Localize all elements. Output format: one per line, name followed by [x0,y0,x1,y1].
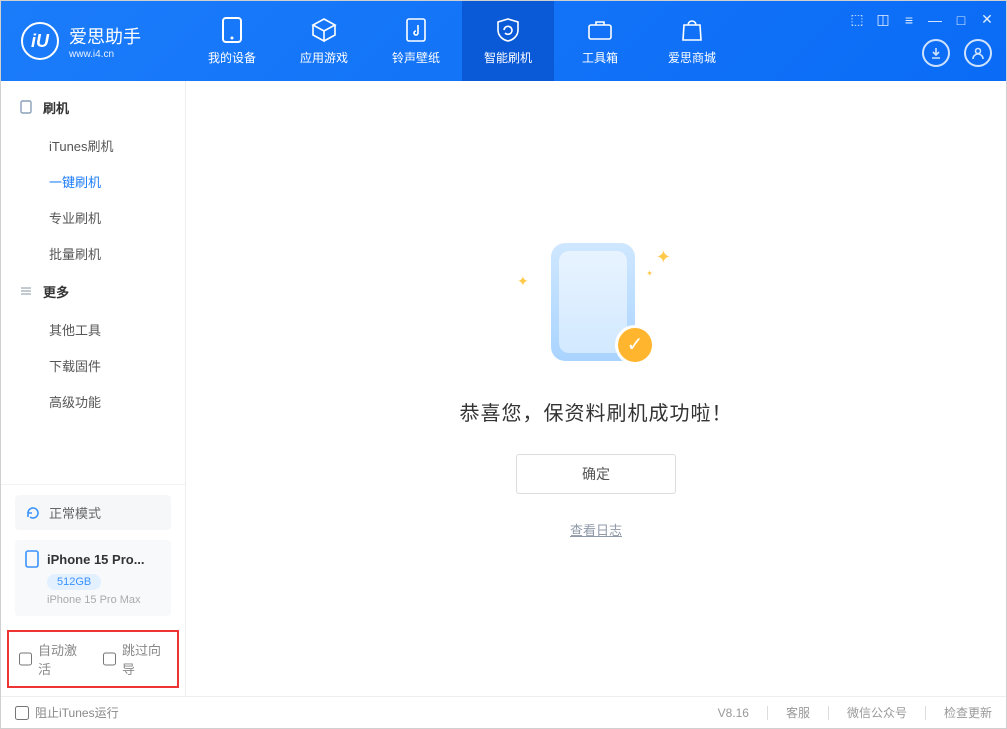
cube-icon [311,17,337,43]
highlighted-options: 自动激活 跳过向导 [7,630,179,688]
sparkle-icon: ✦ [646,269,653,278]
nav-label: 工具箱 [582,49,618,66]
checkbox-label: 自动激活 [38,640,83,678]
checkbox-block-itunes-input[interactable] [15,706,29,720]
menu-icon[interactable]: ≡ [900,12,918,28]
sidebar-item-label: iTunes刷机 [49,136,114,155]
nav-label: 应用游戏 [300,49,348,66]
sidebar-item-download-firmware[interactable]: 下载固件 [1,347,185,383]
menu-lines-icon [19,284,33,298]
briefcase-icon [587,17,613,43]
nav-smart-flash[interactable]: 智能刷机 [462,1,554,81]
sidebar-item-label: 其他工具 [49,320,101,339]
sidebar-item-label: 批量刷机 [49,244,101,263]
sidebar-group-more[interactable]: 更多 [1,271,185,311]
app-logo-block: iU 爱思助手 www.i4.cn [1,22,186,60]
sidebar-item-batch-flash[interactable]: 批量刷机 [1,235,185,271]
checkbox-block-itunes[interactable]: 阻止iTunes运行 [15,704,119,721]
phone-icon [219,17,245,43]
sidebar-item-pro-flash[interactable]: 专业刷机 [1,199,185,235]
divider [828,706,829,720]
nav-apps-games[interactable]: 应用游戏 [278,1,370,81]
app-header: iU 爱思助手 www.i4.cn 我的设备 应用游戏 [1,1,1006,81]
sidebar: 刷机 iTunes刷机 一键刷机 专业刷机 批量刷机 更多 其他工具 下载固件 … [1,81,186,696]
device-storage-badge: 512GB [47,574,101,590]
sidebar-item-label: 专业刷机 [49,208,101,227]
refresh-icon [25,505,41,521]
checkbox-label: 阻止iTunes运行 [35,704,119,721]
app-subtitle: www.i4.cn [69,49,141,60]
nav-label: 铃声壁纸 [392,49,440,66]
sidebar-item-label: 一键刷机 [49,172,101,191]
check-update-link[interactable]: 检查更新 [944,704,992,721]
sidebar-group-title: 更多 [43,282,69,301]
nav-label: 我的设备 [208,49,256,66]
nav-my-device[interactable]: 我的设备 [186,1,278,81]
pin-icon[interactable]: ◫ [874,11,892,28]
download-button[interactable] [922,39,950,67]
nav-label: 智能刷机 [484,49,532,66]
device-mode-label: 正常模式 [49,503,101,522]
nav-store[interactable]: 爱思商城 [646,1,738,81]
sidebar-item-advanced[interactable]: 高级功能 [1,383,185,419]
app-title: 爱思助手 [69,23,141,49]
sidebar-group-flash[interactable]: 刷机 [1,87,185,127]
shield-refresh-icon [495,17,521,43]
device-outline-icon [19,100,33,114]
view-log-link[interactable]: 查看日志 [570,520,622,539]
success-illustration: ✦ ✦ ✦ ✓ [511,239,681,369]
main-content: ✦ ✦ ✦ ✓ 恭喜您，保资料刷机成功啦！ 确定 查看日志 [186,81,1006,696]
wechat-link[interactable]: 微信公众号 [847,704,907,721]
sidebar-item-oneclick-flash[interactable]: 一键刷机 [1,163,185,199]
top-nav: 我的设备 应用游戏 铃声壁纸 智能刷机 [186,1,738,81]
device-mode-row[interactable]: 正常模式 [15,495,171,530]
checkbox-label: 跳过向导 [122,640,167,678]
confirm-button[interactable]: 确定 [516,454,676,494]
device-name: iPhone 15 Pro... [47,552,145,567]
check-badge-icon: ✓ [615,325,655,365]
sidebar-item-label: 下载固件 [49,356,101,375]
checkbox-skip-guide[interactable]: 跳过向导 [103,640,167,678]
user-button[interactable] [964,39,992,67]
minimize-button[interactable]: — [926,12,944,28]
window-controls: ⬚ ◫ ≡ — □ ✕ [848,11,996,28]
sidebar-group-title: 刷机 [43,98,69,117]
device-card[interactable]: iPhone 15 Pro... 512GB iPhone 15 Pro Max [15,540,171,616]
shopping-bag-icon [679,17,705,43]
nav-label: 爱思商城 [668,49,716,66]
support-link[interactable]: 客服 [786,704,810,721]
device-model: iPhone 15 Pro Max [47,594,161,606]
success-message: 恭喜您，保资料刷机成功啦！ [460,397,733,426]
sidebar-item-label: 高级功能 [49,392,101,411]
skin-icon[interactable]: ⬚ [848,11,866,28]
status-bar: 阻止iTunes运行 V8.16 客服 微信公众号 检查更新 [1,696,1006,728]
version-label: V8.16 [718,706,749,720]
device-phone-icon [25,550,39,568]
sparkle-icon: ✦ [656,247,671,268]
sidebar-item-other-tools[interactable]: 其他工具 [1,311,185,347]
checkbox-skip-guide-input[interactable] [103,652,116,666]
nav-ringtones[interactable]: 铃声壁纸 [370,1,462,81]
maximize-button[interactable]: □ [952,12,970,28]
sidebar-item-itunes-flash[interactable]: iTunes刷机 [1,127,185,163]
close-button[interactable]: ✕ [978,11,996,28]
sparkle-icon: ✦ [517,273,529,290]
divider [767,706,768,720]
app-logo-icon: iU [21,22,59,60]
music-file-icon [403,17,429,43]
nav-toolbox[interactable]: 工具箱 [554,1,646,81]
checkbox-auto-activate-input[interactable] [19,652,32,666]
checkbox-auto-activate[interactable]: 自动激活 [19,640,83,678]
divider [925,706,926,720]
